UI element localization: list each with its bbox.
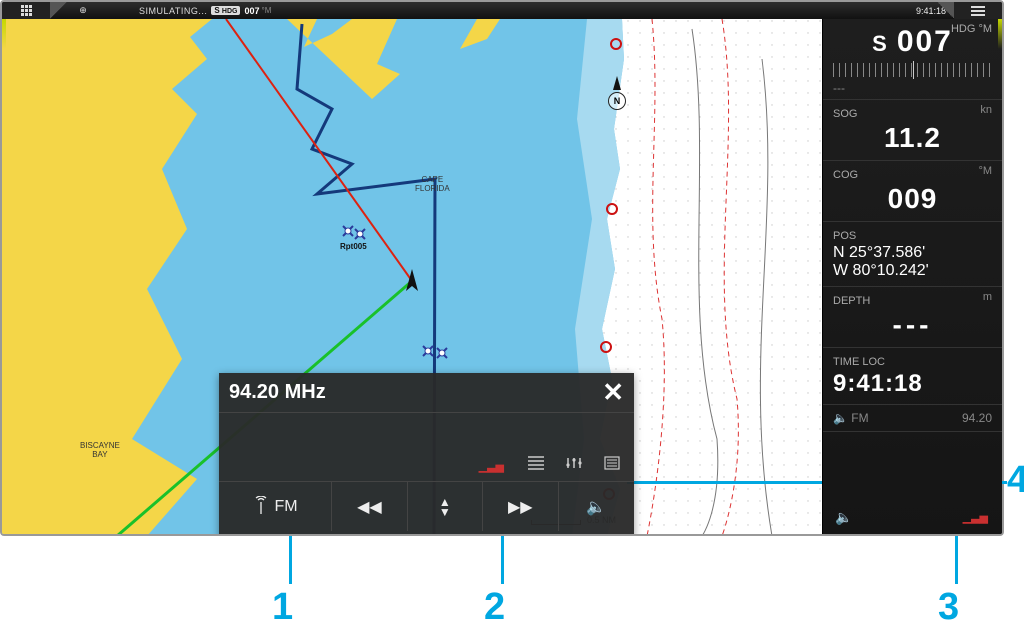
heading-ruler (833, 63, 992, 77)
signal-icon: ▁▃▅ (479, 460, 504, 473)
globe-button[interactable]: ⊕ (67, 2, 99, 19)
apps-button[interactable] (2, 2, 50, 19)
source-label: FM (275, 498, 298, 516)
hamburger-icon (971, 6, 985, 16)
panel-depth[interactable]: DEPTH m --- (823, 287, 1002, 348)
audio-frequency: 94.20 MHz (229, 381, 326, 404)
hdg-value: 007 (897, 25, 953, 59)
more-button[interactable] (604, 456, 620, 473)
topbar-hdg-value: 007 (244, 6, 259, 16)
panel-volume[interactable]: 🔈 ▁▃▅ (823, 499, 1002, 536)
status-bar: ⊕ SIMULATING... S HDG 007 °M 9:41:18 (2, 2, 1002, 19)
audio-mini-panel[interactable]: 🔈 FM 94.20 (823, 405, 1002, 432)
volume-button[interactable]: 🔈 (559, 482, 634, 531)
decor-chevron (49, 2, 67, 19)
antenna-icon (253, 496, 269, 518)
favorites-button[interactable] (528, 456, 544, 473)
hdg-dash: --- (833, 81, 992, 95)
cog-unit: °M (978, 165, 992, 177)
cog-value: 009 (833, 183, 992, 215)
pos-latitude: N 25°37.586' (833, 244, 992, 262)
accent-bar (998, 19, 1002, 49)
tune-buttons[interactable]: ▲ ▼ (408, 482, 483, 531)
signal-icon: ▁▃▅ (963, 511, 988, 524)
source-button[interactable]: FM (219, 482, 332, 531)
cog-label: COG (833, 169, 858, 181)
speaker-icon: 🔈 (586, 497, 606, 517)
sog-value: 11.2 (833, 122, 992, 154)
panel-position[interactable]: POS N 25°37.586' W 80°10.242' (823, 222, 1002, 287)
list-icon (528, 456, 544, 470)
sliders-icon (566, 456, 582, 470)
next-button[interactable]: ▶▶ (483, 482, 558, 531)
callout-3: 3 (938, 586, 959, 629)
audio-controller: 94.20 MHz ✕ ▁▃▅ FM ◀◀ ▲ (219, 373, 634, 536)
mini-frequency: 94.20 (962, 411, 992, 425)
globe-icon: ⊕ (79, 5, 87, 16)
decor-chevron (937, 2, 955, 19)
panel-time[interactable]: TIME LOC 9:41:18 (823, 348, 1002, 405)
panel-heading[interactable]: HDG °M S 007 --- (823, 19, 1002, 100)
marine-display: ⊕ SIMULATING... S HDG 007 °M 9:41:18 (0, 0, 1004, 536)
north-arrow-icon (613, 76, 621, 90)
panel-sog[interactable]: SOG kn 11.2 (823, 100, 1002, 161)
close-button[interactable]: ✕ (602, 383, 624, 401)
prev-button[interactable]: ◀◀ (332, 482, 407, 531)
compass-n-label: N (608, 92, 626, 110)
speaker-icon: 🔈 (835, 509, 852, 526)
audio-button-row: FM ◀◀ ▲ ▼ ▶▶ 🔈 (219, 481, 634, 531)
north-indicator: N (607, 76, 627, 116)
depth-value: --- (833, 309, 992, 341)
callout-4: 4 (1007, 459, 1024, 502)
time-value: 9:41:18 (833, 370, 992, 398)
sog-label: SOG (833, 108, 857, 120)
rewind-icon: ◀◀ (357, 497, 382, 517)
chart-label-bay: BISCAYNEBAY (80, 441, 120, 459)
time-label: TIME LOC (833, 356, 885, 368)
callout-1: 1 (272, 586, 293, 629)
pos-longitude: W 80°10.242' (833, 262, 992, 280)
callout-2: 2 (484, 586, 505, 629)
sog-unit: kn (980, 104, 992, 116)
hdg-prefix-pill: S HDG (211, 6, 240, 15)
hdg-unit-label: HDG °M (951, 23, 992, 35)
options-button[interactable] (566, 456, 582, 473)
menu-icon (604, 456, 620, 470)
instrument-bar: HDG °M S 007 --- SOG kn 11.2 COG °M 009 … (822, 19, 1002, 536)
waypoint-label: Rpt005 (340, 242, 367, 251)
apps-icon (21, 5, 32, 16)
mini-band: FM (851, 411, 868, 425)
topbar-hdg-unit: °M (262, 6, 272, 15)
panel-cog[interactable]: COG °M 009 (823, 161, 1002, 222)
tune-down-icon: ▼ (439, 508, 451, 516)
forward-icon: ▶▶ (508, 497, 533, 517)
hdg-direction: S (872, 31, 887, 57)
depth-unit: m (983, 291, 992, 303)
chart-label-cape: CAPEFLORIDA (415, 175, 450, 193)
pos-label: POS (833, 230, 856, 242)
menu-button[interactable] (954, 2, 1002, 19)
depth-label: DEPTH (833, 295, 870, 307)
accent-bar (2, 19, 6, 49)
simulation-status: SIMULATING... (139, 6, 207, 16)
